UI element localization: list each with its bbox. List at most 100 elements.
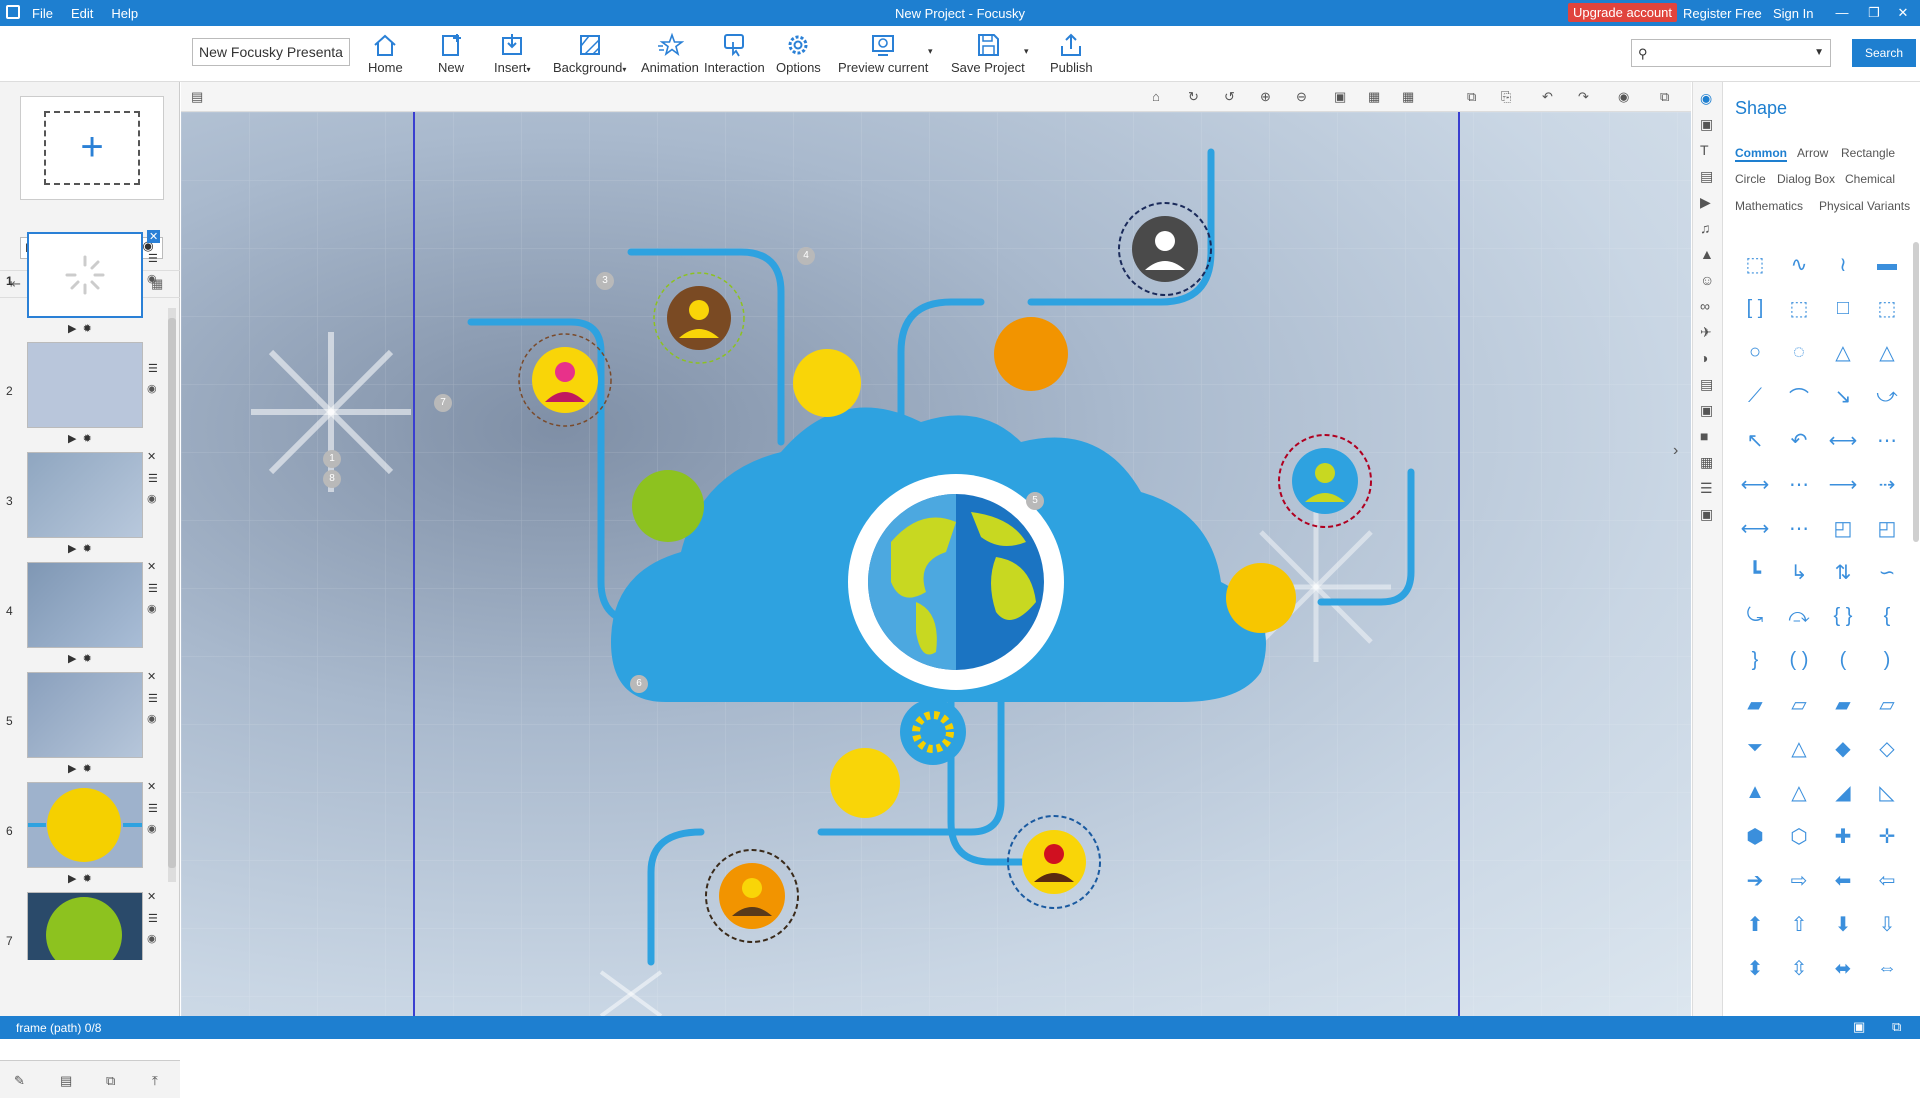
category-variants[interactable]: Variants (1867, 199, 1910, 213)
preview-dropdown-icon[interactable]: ▾ (928, 46, 933, 57)
dashed-cross-icon[interactable]: ✛ (1865, 814, 1909, 858)
lock-icon[interactable]: ▣ (1334, 89, 1346, 105)
category-rectangle[interactable]: Rectangle (1841, 146, 1895, 160)
up-down-arrow-icon[interactable]: ⬍ (1733, 946, 1777, 990)
frame-thumbnail[interactable] (27, 342, 143, 428)
right-arrow-icon[interactable]: ➔ (1733, 858, 1777, 902)
dashed-freeform-icon[interactable]: ◰ (1865, 506, 1909, 550)
redo-icon[interactable]: ↷ (1578, 89, 1589, 105)
play-icon[interactable]: ▶ (68, 873, 76, 885)
category-arrow[interactable]: Arrow (1797, 146, 1828, 160)
save-project-button[interactable]: Save Project (951, 32, 1025, 75)
search-dropdown-icon[interactable]: ▼ (1814, 47, 1824, 58)
diamond-icon[interactable]: ◆ (1821, 726, 1865, 770)
left-arrow-icon[interactable]: ⬅ (1821, 858, 1865, 902)
path-marker[interactable]: 7 (434, 394, 452, 412)
frame-thumbnail-row[interactable]: 7 ✕ ☰ ◉ (0, 890, 170, 960)
rotate-left-icon[interactable]: ↺ (1224, 89, 1235, 105)
fit-screen-icon[interactable]: ⧉ (1892, 1019, 1901, 1035)
down-arrow-icon[interactable]: ⬇ (1821, 902, 1865, 946)
double-connector-icon[interactable]: ⟷ (1733, 506, 1777, 550)
connector-icon[interactable]: ⟷ (1733, 462, 1777, 506)
settings-icon[interactable]: ✹ (83, 763, 92, 775)
frame-thumbnail[interactable] (27, 892, 143, 960)
category-physical[interactable]: Physical (1819, 199, 1864, 213)
eye-icon[interactable]: ◉ (147, 492, 157, 505)
freehand-icon[interactable]: ≀ (1821, 242, 1865, 286)
path-marker[interactable]: 1 (323, 450, 341, 468)
frame-thumbnail-row[interactable]: 6 ✕ ☰ ◉ ▶ ✹ (0, 780, 170, 890)
frame-tab-icon[interactable]: ▤ (1700, 168, 1713, 185)
search-input[interactable]: ⚲ ▼ (1631, 39, 1831, 67)
box-tab-icon[interactable]: ▣ (1700, 506, 1713, 523)
frame-thumbnail-row[interactable]: 5 ✕ ☰ ◉ ▶ ✹ (0, 670, 170, 780)
frame-thumbnail[interactable] (27, 452, 143, 538)
path-marker[interactable]: 8 (323, 470, 341, 488)
edit-frame-icon[interactable]: ✎ (14, 1073, 25, 1089)
format-painter-icon[interactable]: ▤ (191, 89, 203, 105)
frame-menu-icon[interactable]: ☰ (148, 582, 158, 595)
dot-line-icon[interactable]: ⟷ (1821, 418, 1865, 462)
double-arrow-line-icon[interactable]: ↖ (1733, 418, 1777, 462)
image-tab-icon[interactable]: ▣ (1700, 116, 1713, 133)
add-frame-button[interactable]: + (20, 96, 164, 200)
snap-icon[interactable]: ▦ (1402, 89, 1414, 105)
delete-frame-icon[interactable]: ✕ (147, 890, 156, 903)
frame-list-icon[interactable]: ▤ (60, 1073, 72, 1089)
menu-edit[interactable]: Edit (71, 6, 93, 21)
triangle-icon[interactable]: △ (1821, 330, 1865, 374)
publish-button[interactable]: Publish (1050, 32, 1093, 75)
eye-icon[interactable]: ◉ (147, 382, 157, 395)
parallelogram-icon[interactable]: ▰ (1733, 682, 1777, 726)
zoom-out-icon[interactable]: ⊖ (1296, 89, 1307, 105)
save-dropdown-icon[interactable]: ▾ (1024, 46, 1029, 57)
dashed-arrow-connector-icon[interactable]: ⇢ (1865, 462, 1909, 506)
left-paren-icon[interactable]: ( (1821, 638, 1865, 682)
path-marker[interactable]: 6 (630, 675, 648, 693)
screenshot-icon[interactable]: ◉ (1618, 89, 1629, 105)
project-name-input[interactable]: New Focusky Presenta (192, 38, 350, 66)
bracket-icon[interactable]: [ ] (1733, 286, 1777, 330)
grid-icon[interactable]: ▦ (1368, 89, 1380, 105)
category-chemical[interactable]: Chemical (1845, 172, 1895, 186)
register-free-link[interactable]: Register Free (1683, 6, 1762, 21)
sign-in-link[interactable]: Sign In (1773, 6, 1813, 21)
settings-icon[interactable]: ✹ (83, 873, 92, 885)
video-tab-icon[interactable]: ▶ (1700, 194, 1711, 211)
parentheses-icon[interactable]: ( ) (1777, 638, 1821, 682)
delete-frame-icon[interactable]: ✕ (147, 450, 156, 463)
right-brace-icon[interactable]: } (1733, 638, 1777, 682)
app-icon[interactable] (6, 5, 20, 19)
search-button[interactable]: Search (1852, 39, 1916, 67)
rotate-right-icon[interactable]: ↻ (1188, 89, 1199, 105)
undo-icon[interactable]: ↶ (1542, 89, 1553, 105)
zoom-in-icon[interactable]: ⊕ (1260, 89, 1271, 105)
minimize-icon[interactable]: — (1829, 3, 1855, 23)
preview-current-button[interactable]: Preview current (838, 32, 928, 75)
frame-menu-icon[interactable]: ☰ (148, 362, 158, 375)
dashed-up-down-arrow-icon[interactable]: ⇳ (1777, 946, 1821, 990)
dashed-diamond-icon[interactable]: ◇ (1865, 726, 1909, 770)
layers-tab-icon[interactable]: ▤ (1700, 376, 1713, 393)
arrow-line-icon[interactable]: ↘ (1821, 374, 1865, 418)
frame-menu-icon[interactable]: ☰ (148, 692, 158, 705)
shape-panel-scrollbar[interactable] (1913, 242, 1919, 542)
curved-arrow-icon[interactable]: ⤻ (1865, 374, 1909, 418)
dashed-circle-icon[interactable]: ◌ (1777, 330, 1821, 374)
frame-menu-icon[interactable]: ☰ (148, 802, 158, 815)
slanted-rect-icon[interactable]: ▰ (1821, 682, 1865, 726)
music-tab-icon[interactable]: ♫ (1700, 220, 1711, 236)
animation-button[interactable]: Animation (641, 32, 699, 75)
menu-file[interactable]: File (32, 6, 53, 21)
cross-icon[interactable]: ✚ (1821, 814, 1865, 858)
close-icon[interactable]: ✕ (1890, 3, 1916, 23)
shirt-tab-icon[interactable]: ■ (1700, 428, 1708, 444)
delete-frame-icon[interactable]: ✕ (147, 560, 156, 573)
upgrade-account-button[interactable]: Upgrade account (1568, 3, 1678, 22)
text-tab-icon[interactable]: T (1700, 142, 1709, 158)
settings-icon[interactable]: ✹ (83, 543, 92, 555)
chart-tab-icon[interactable]: ▲ (1700, 246, 1714, 262)
scrollbar-thumb[interactable] (168, 318, 176, 868)
settings-icon[interactable]: ✹ (83, 323, 92, 335)
play-icon[interactable]: ▶ (68, 653, 76, 665)
